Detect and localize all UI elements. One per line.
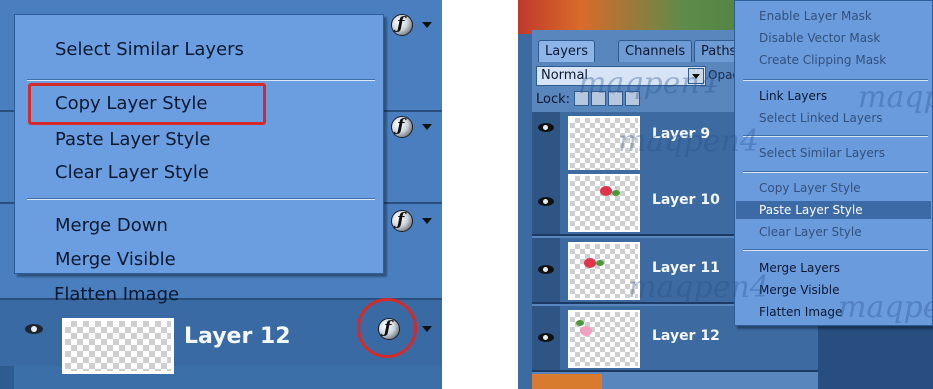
- menu-item-select-similar-layers[interactable]: Select Similar Layers: [55, 39, 244, 60]
- menu-item-link-layers[interactable]: Link Layers: [759, 89, 827, 103]
- menu-item-disable-vector-mask[interactable]: Disable Vector Mask: [759, 31, 880, 45]
- menu-item-copy-layer-style[interactable]: Copy Layer Style: [759, 181, 861, 195]
- layer-row-partial: [532, 374, 602, 389]
- menu-item-paste-layer-style[interactable]: Paste Layer Style: [55, 129, 210, 150]
- menu-item-merge-visible[interactable]: Merge Visible: [759, 283, 839, 297]
- menu-item-merge-layers[interactable]: Merge Layers: [759, 261, 840, 275]
- panel-scroll-area: [818, 320, 933, 389]
- menu-item-flatten-image[interactable]: Flatten Image: [54, 284, 179, 305]
- highlight-circle: [357, 298, 417, 358]
- layer-effects-icon[interactable]: [391, 14, 413, 36]
- flower-shape: [600, 186, 612, 196]
- menu-item-create-clipping-mask[interactable]: Create Clipping Mask: [759, 53, 886, 67]
- leaf-shape: [576, 320, 584, 326]
- eye-icon[interactable]: [536, 330, 556, 344]
- chevron-down-icon[interactable]: [422, 218, 432, 224]
- menu-separator: [27, 198, 375, 200]
- layer-effects-icon[interactable]: [391, 116, 413, 138]
- menu-separator: [27, 79, 375, 81]
- layer-effects-icon[interactable]: [391, 210, 413, 232]
- layer-name[interactable]: Layer 12: [184, 324, 291, 349]
- tab-channels[interactable]: Channels: [618, 40, 693, 62]
- layer-name[interactable]: Layer 12: [652, 328, 720, 344]
- menu-item-paste-layer-style[interactable]: Paste Layer Style: [759, 203, 863, 217]
- watermark: maqpen4: [838, 290, 933, 325]
- layer-name[interactable]: Layer 10: [652, 192, 720, 208]
- watermark: maqpen4: [858, 80, 933, 115]
- chevron-down-icon[interactable]: [422, 124, 432, 130]
- watermark: maqpen4: [618, 124, 759, 159]
- menu-item-merge-visible[interactable]: Merge Visible: [55, 249, 176, 270]
- menu-item-clear-layer-style[interactable]: Clear Layer Style: [759, 225, 862, 239]
- right-screenshot: Channels Paths Layers Normal Opaci Lock:…: [518, 0, 933, 389]
- chevron-down-icon[interactable]: [422, 326, 432, 332]
- eye-icon[interactable]: [536, 262, 556, 276]
- layer-thumbnail: [568, 174, 640, 232]
- eye-icon[interactable]: [536, 120, 556, 134]
- menu-separator: [743, 171, 928, 173]
- menu-item-clear-layer-style[interactable]: Clear Layer Style: [55, 162, 209, 183]
- eye-icon[interactable]: [22, 318, 46, 340]
- flower-shape: [580, 326, 592, 336]
- menu-item-merge-down[interactable]: Merge Down: [55, 215, 168, 236]
- layer-thumbnail[interactable]: [62, 318, 174, 374]
- lock-label: Lock:: [536, 92, 571, 107]
- leaf-shape: [596, 260, 604, 266]
- watermark: maqpen4: [578, 66, 719, 101]
- watermark: maqpen4: [628, 270, 769, 305]
- menu-item-flatten-image[interactable]: Flatten Image: [759, 305, 842, 319]
- menu-item-enable-layer-mask[interactable]: Enable Layer Mask: [759, 9, 872, 23]
- menu-separator: [743, 135, 928, 137]
- leaf-shape: [612, 190, 620, 196]
- flower-shape: [584, 258, 596, 268]
- menu-separator: [743, 249, 928, 251]
- layer-context-menu: Select Similar Layers Copy Layer Style P…: [14, 14, 384, 274]
- chevron-down-icon[interactable]: [422, 22, 432, 28]
- tab-layers[interactable]: Layers: [538, 40, 596, 62]
- eye-icon[interactable]: [536, 194, 556, 208]
- layer-thumbnail: [568, 310, 640, 368]
- highlight-box: [28, 83, 266, 125]
- menu-item-select-similar-layers[interactable]: Select Similar Layers: [759, 146, 885, 160]
- left-screenshot: Layer 12 Select Similar Layers Copy Laye…: [0, 0, 442, 389]
